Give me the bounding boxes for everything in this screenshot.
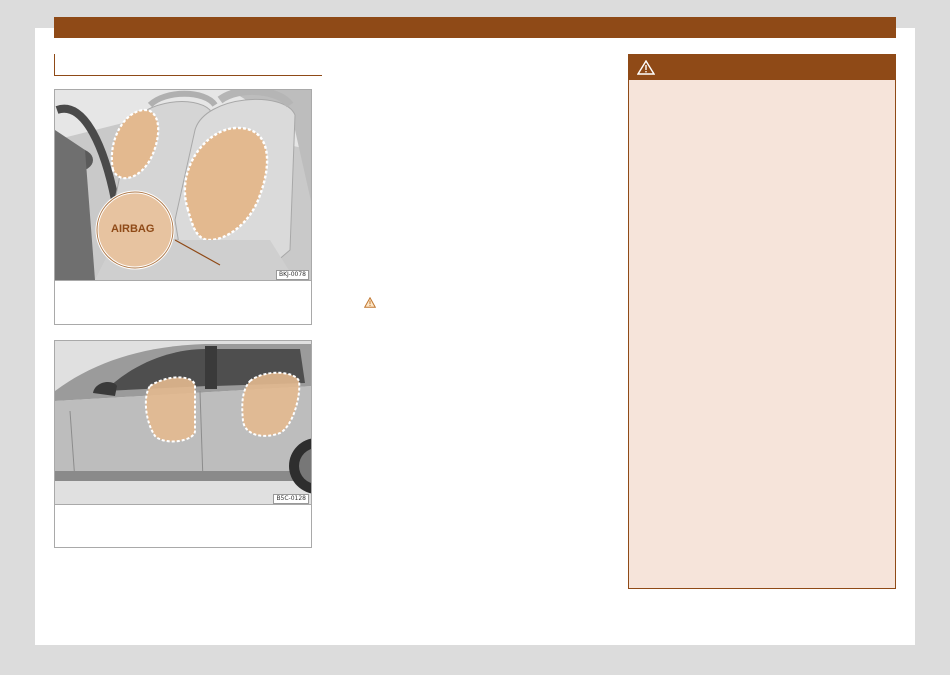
warning-box-header bbox=[629, 55, 895, 80]
section-heading-rule bbox=[54, 54, 322, 76]
figure-code: B5C-0128 bbox=[273, 494, 309, 504]
warning-box bbox=[628, 54, 896, 589]
header-band bbox=[54, 17, 896, 38]
warning-triangle-icon bbox=[636, 59, 656, 75]
airbag-callout-label: AIRBAG bbox=[111, 223, 155, 235]
figure-code: BKJ-0078 bbox=[275, 270, 309, 280]
figure-seat-airbags: AIRBAG BKJ-0078 bbox=[54, 89, 312, 325]
side-airbag-front bbox=[144, 376, 196, 443]
figure-seat-airbags-image: AIRBAG BKJ-0078 bbox=[55, 90, 311, 281]
warning-triangle-icon[interactable] bbox=[363, 295, 377, 308]
figure-car-side-airbags: B5C-0128 bbox=[54, 340, 312, 548]
figure-car-side-image: B5C-0128 bbox=[55, 341, 311, 505]
